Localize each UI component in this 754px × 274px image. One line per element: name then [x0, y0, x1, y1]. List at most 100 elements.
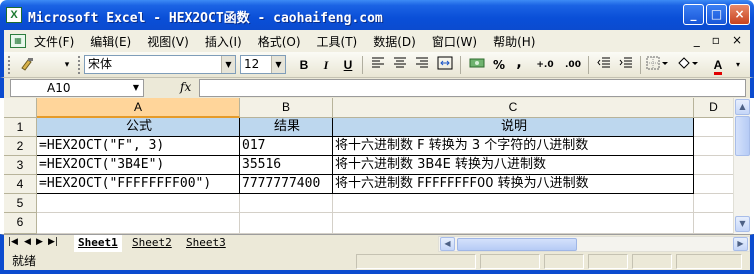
insert-function-icon[interactable]: fx [180, 80, 191, 94]
fill-color-icon[interactable] [674, 56, 702, 74]
cell-d6[interactable] [694, 213, 734, 234]
vertical-scroll-thumb[interactable] [735, 116, 750, 156]
cell-c5[interactable] [333, 194, 694, 213]
status-panel [676, 254, 742, 269]
chevron-down-icon[interactable]: ▼ [129, 80, 143, 96]
cell-b1[interactable]: 结果 [240, 118, 333, 137]
cell-d4[interactable] [694, 175, 734, 194]
vertical-scrollbar[interactable]: ▲ ▼ [733, 98, 750, 234]
borders-icon[interactable] [644, 56, 670, 74]
bold-button[interactable]: B [294, 56, 314, 74]
cell-c1[interactable]: 说明 [333, 118, 694, 137]
cell-b4[interactable]: 7777777400 [240, 175, 333, 194]
currency-icon[interactable] [466, 56, 488, 74]
cell-b5[interactable] [240, 194, 333, 213]
format-painter-icon[interactable] [16, 56, 38, 74]
merge-center-icon[interactable] [434, 56, 456, 74]
menu-file[interactable]: 文件(F) [26, 33, 82, 50]
column-header-c[interactable]: C [333, 98, 694, 118]
row-header-1[interactable]: 1 [4, 118, 37, 137]
cell-d1[interactable] [694, 118, 734, 137]
align-right-icon[interactable] [412, 56, 432, 74]
percent-button[interactable]: % [490, 56, 508, 74]
menu-help[interactable]: 帮助(H) [485, 33, 543, 50]
scroll-right-icon[interactable]: ▶ [733, 237, 748, 251]
prev-sheet-icon[interactable]: ◀ [24, 237, 31, 247]
decrease-indent-icon[interactable] [594, 56, 614, 74]
next-sheet-icon[interactable]: ▶ [36, 237, 43, 247]
first-sheet-icon[interactable]: |◀ [8, 237, 18, 247]
column-header-d[interactable]: D [694, 98, 734, 118]
row-header-4[interactable]: 4 [4, 175, 37, 194]
toolbar-grip-2[interactable] [78, 56, 81, 74]
cell-b6[interactable] [240, 213, 333, 234]
formula-input[interactable] [199, 79, 746, 97]
font-size-select[interactable]: 12 ▼ [240, 55, 286, 74]
menu-tools[interactable]: 工具(T) [309, 33, 366, 50]
column-header-a[interactable]: A [37, 98, 240, 118]
comma-style-button[interactable]: , [510, 56, 528, 74]
cell-a1[interactable]: 公式 [37, 118, 240, 137]
sheet-tab-sheet1[interactable]: Sheet1 [74, 235, 122, 252]
row-header-6[interactable]: 6 [4, 213, 37, 234]
cell-a4[interactable]: =HEX2OCT("FFFFFFFF00") [37, 175, 240, 194]
toolbar-overflow-icon[interactable]: ▾ [732, 56, 744, 74]
font-name-select[interactable]: 宋体 ▼ [84, 55, 236, 74]
excel-app-icon[interactable]: X [6, 7, 22, 23]
row-header-3[interactable]: 3 [4, 156, 37, 175]
close-button[interactable]: × [729, 4, 750, 25]
column-header-b[interactable]: B [240, 98, 333, 118]
maximize-button[interactable]: □ [706, 4, 727, 25]
sheet-tab-sheet2[interactable]: Sheet2 [128, 235, 176, 252]
cell-b2[interactable]: 017 [240, 137, 333, 156]
cell-a5[interactable] [37, 194, 240, 213]
menu-format[interactable]: 格式(O) [250, 33, 309, 50]
horizontal-scrollbar[interactable]: ◀ ▶ [438, 236, 750, 252]
worksheet-grid[interactable]: A B C D 1 2 3 4 5 6 公式 结果 说明 =HEX2OCT("F… [4, 98, 750, 234]
increase-decimal-button[interactable]: +.0 [532, 56, 558, 74]
font-color-button[interactable]: A [706, 56, 730, 75]
scroll-left-icon[interactable]: ◀ [440, 237, 455, 251]
doc-restore-button[interactable]: ▫ [712, 33, 720, 47]
horizontal-scroll-thumb[interactable] [457, 238, 577, 251]
cell-d3[interactable] [694, 156, 734, 175]
menu-window[interactable]: 窗口(W) [424, 33, 485, 50]
cell-a2[interactable]: =HEX2OCT("F", 3) [37, 137, 240, 156]
status-panel [588, 254, 628, 269]
toolbar-grip[interactable] [8, 56, 11, 74]
chevron-down-icon[interactable]: ▼ [221, 56, 235, 73]
cell-b3[interactable]: 35516 [240, 156, 333, 175]
minimize-button[interactable]: _ [683, 4, 704, 25]
workbook-icon[interactable]: ▦ [10, 34, 26, 48]
cell-d5[interactable] [694, 194, 734, 213]
sheet-tab-sheet3[interactable]: Sheet3 [182, 235, 230, 252]
menu-view[interactable]: 视图(V) [139, 33, 197, 50]
row-header-2[interactable]: 2 [4, 137, 37, 156]
cell-a6[interactable] [37, 213, 240, 234]
italic-button[interactable]: I [316, 56, 336, 74]
name-box[interactable]: A10 ▼ [10, 79, 144, 97]
align-center-icon[interactable] [390, 56, 410, 74]
cell-c6[interactable] [333, 213, 694, 234]
doc-close-button[interactable]: × [732, 33, 742, 47]
cell-d2[interactable] [694, 137, 734, 156]
cell-c4[interactable]: 将十六进制数 FFFFFFFF00 转换为八进制数 [333, 175, 694, 194]
cell-c3[interactable]: 将十六进制数 3B4E 转换为八进制数 [333, 156, 694, 175]
align-left-icon[interactable] [368, 56, 388, 74]
menu-data[interactable]: 数据(D) [365, 33, 424, 50]
scroll-up-icon[interactable]: ▲ [735, 99, 750, 115]
last-sheet-icon[interactable]: ▶| [48, 237, 58, 247]
cell-a3[interactable]: =HEX2OCT("3B4E") [37, 156, 240, 175]
doc-minimize-button[interactable]: _ [694, 33, 700, 47]
scroll-down-icon[interactable]: ▼ [735, 216, 750, 232]
toolbar-options-icon[interactable]: ▾ [60, 56, 74, 74]
menu-insert[interactable]: 插入(I) [197, 33, 250, 50]
chevron-down-icon[interactable]: ▼ [271, 56, 285, 73]
row-header-5[interactable]: 5 [4, 194, 37, 213]
increase-indent-icon[interactable] [616, 56, 636, 74]
underline-button[interactable]: U [338, 56, 358, 74]
select-all-corner[interactable] [4, 98, 37, 118]
decrease-decimal-button[interactable]: .00 [560, 56, 586, 74]
menu-edit[interactable]: 编辑(E) [82, 33, 139, 50]
cell-c2[interactable]: 将十六进制数 F 转换为 3 个字符的八进制数 [333, 137, 694, 156]
